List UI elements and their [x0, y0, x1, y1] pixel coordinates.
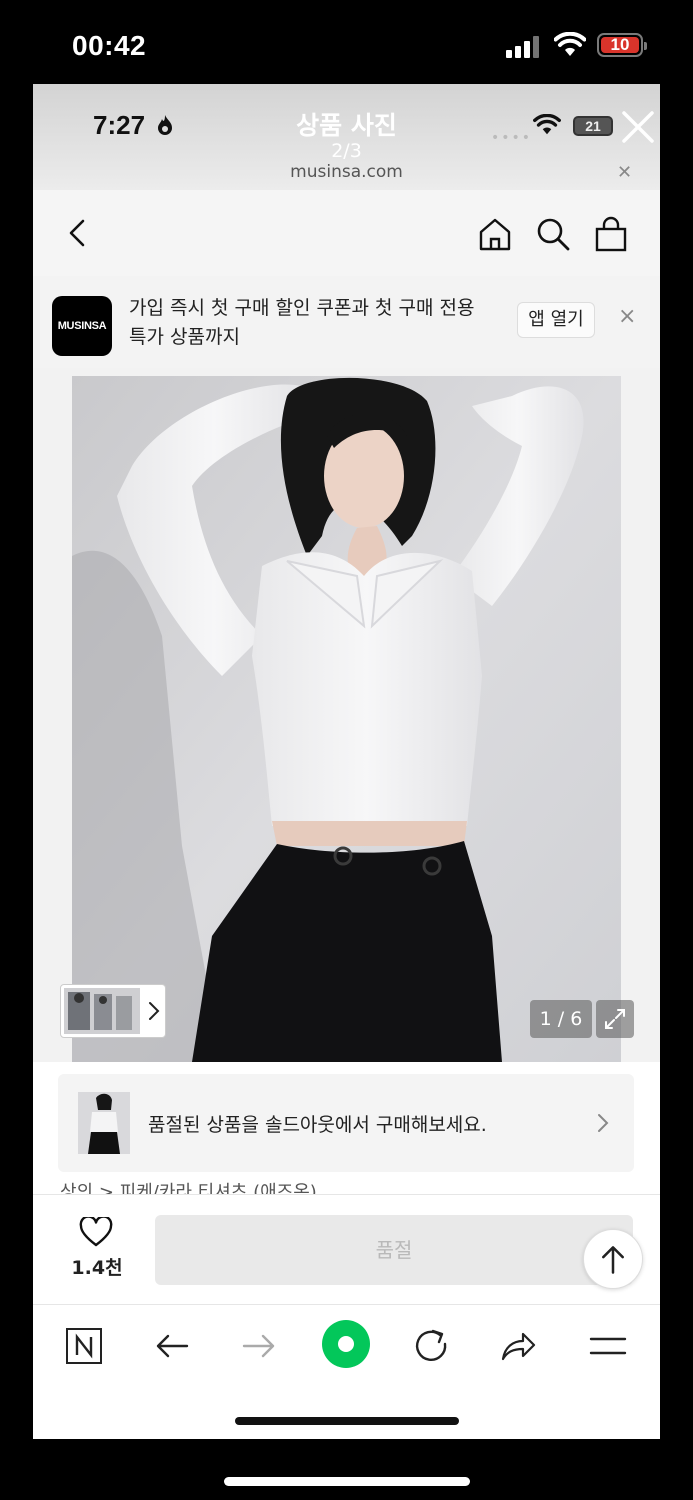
viewer-counter: 2/3	[331, 140, 362, 162]
photo-viewer-screen: 7:27 상품 사진 2/3 •••• 21 musinsa.com ✕ MUS…	[33, 84, 660, 1439]
promo-text-line1: 가입 즉시 첫 구매 할인 쿠폰과 첫 구매 전용	[129, 297, 475, 319]
outer-status-bar: 00:42 10	[0, 0, 693, 84]
photo-page-indicator: 1 / 6	[530, 1000, 592, 1038]
soldout-product-thumbnail	[78, 1092, 130, 1154]
green-circle-icon[interactable]	[321, 1319, 371, 1369]
inner-home-indicator	[235, 1417, 459, 1425]
site-nav-bar	[33, 190, 660, 276]
battery-icon: 10	[597, 33, 647, 57]
chevron-right-icon	[598, 1114, 609, 1132]
soldout-link-card[interactable]: 품절된 상품을 솔드아웃에서 구매해보세요.	[58, 1074, 634, 1172]
musinsa-logo: MUSINSA	[52, 296, 112, 356]
sold-out-button: 품절	[155, 1215, 633, 1285]
thumbnail-images	[64, 988, 140, 1034]
product-photo[interactable]	[72, 376, 621, 1062]
inner-wifi-icon	[533, 114, 561, 135]
outer-status-time: 00:42	[72, 30, 147, 61]
promo-text-line2: 특가 상품까지	[129, 326, 240, 348]
menu-icon[interactable]	[589, 1327, 627, 1365]
heart-icon[interactable]	[79, 1217, 113, 1247]
shopping-bag-icon[interactable]	[593, 216, 629, 252]
viewer-title: 상품 사진	[296, 111, 397, 140]
purchase-action-bar: 1.4천 품절	[33, 1194, 660, 1304]
soldout-link-text: 품절된 상품을 솔드아웃에서 구매해보세요.	[148, 1114, 487, 1136]
cellular-signal-icon	[506, 34, 542, 58]
app-promo-banner: MUSINSA 가입 즉시 첫 구매 할인 쿠폰과 첫 구매 전용 특가 상품까…	[33, 276, 660, 368]
battery-level: 10	[601, 36, 639, 53]
expand-icon[interactable]	[596, 1000, 634, 1038]
like-count: 1.4천	[71, 1257, 123, 1279]
back-icon[interactable]	[153, 1327, 191, 1365]
domain-close-icon[interactable]: ✕	[617, 162, 632, 183]
viewer-header: 7:27 상품 사진 2/3 •••• 21 musinsa.com ✕	[33, 84, 660, 190]
inner-signal-icon: ••••	[491, 130, 533, 146]
home-icon[interactable]	[477, 216, 513, 252]
wifi-icon	[554, 32, 586, 56]
promo-close-icon[interactable]: ×	[618, 304, 636, 329]
inner-battery-icon: 21	[573, 116, 613, 136]
domain-text: musinsa.com	[290, 162, 403, 182]
forward-icon[interactable]	[240, 1327, 278, 1365]
browser-toolbar	[33, 1304, 660, 1439]
promo-text: 가입 즉시 첫 구매 할인 쿠폰과 첫 구매 전용 특가 상품까지	[129, 294, 489, 352]
product-photo-area: 1 / 6	[33, 368, 660, 1062]
category-breadcrumb[interactable]: 상의 > 피케/카라 티셔츠 (애즈온)	[60, 1180, 317, 1194]
photo-thumbnail-strip[interactable]	[60, 984, 166, 1038]
home-indicator	[224, 1477, 470, 1486]
search-icon[interactable]	[535, 216, 571, 252]
close-icon[interactable]	[621, 110, 655, 144]
scroll-to-top-icon[interactable]	[583, 1229, 643, 1289]
naver-n-icon[interactable]	[65, 1327, 103, 1365]
back-arrow-icon[interactable]	[63, 218, 93, 248]
share-icon[interactable]	[499, 1327, 537, 1365]
chevron-right-icon	[149, 1002, 160, 1020]
open-app-button[interactable]: 앱 열기	[517, 302, 595, 338]
reload-icon[interactable]	[413, 1327, 451, 1365]
